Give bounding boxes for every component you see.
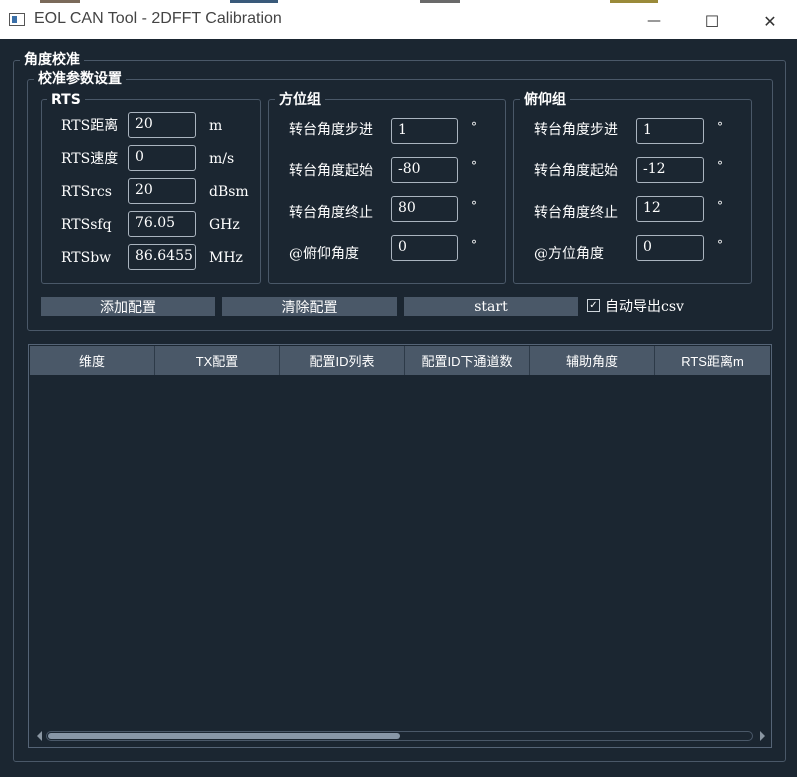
export-csv-label: 自动导出csv (605, 299, 684, 315)
elevation-step-label: 转台角度步进 (534, 122, 618, 138)
azimuth-start-label: 转台角度起始 (289, 163, 373, 179)
minimize-button[interactable]: — (625, 3, 683, 39)
config-table[interactable]: 维度 TX配置 配置ID列表 配置ID下通道数 辅助角度 RTS距离m (28, 344, 772, 748)
elevation-end-label: 转台角度终止 (534, 205, 618, 221)
azimuth-step-input[interactable]: 1 (391, 118, 458, 144)
elevation-start-input[interactable]: -12 (636, 157, 704, 183)
maximize-button[interactable]: ☐ (683, 3, 741, 39)
rts-bw-label: RTSbw (61, 250, 112, 266)
horizontal-scrollbar-thumb[interactable] (48, 733, 400, 739)
rts-rcs-unit: dBsm (209, 184, 249, 200)
close-icon: ✕ (763, 11, 777, 31)
rts-sfq-label: RTSsfq (61, 217, 112, 233)
rts-title: RTS (47, 91, 85, 109)
rts-bw-input[interactable]: 86.6455 (128, 244, 196, 270)
rts-distance-input[interactable]: 20 (128, 112, 196, 138)
column-header-dimension[interactable]: 维度 (30, 346, 155, 375)
window-title: EOL CAN Tool - 2DFFT Calibration (34, 10, 282, 27)
rts-sfq-input[interactable]: 76.05 (128, 211, 196, 237)
rts-distance-label: RTS距离 (61, 118, 119, 134)
column-header-config-id-list[interactable]: 配置ID列表 (280, 346, 405, 375)
horizontal-scrollbar-track[interactable] (46, 731, 753, 741)
azimuth-step-label: 转台角度步进 (289, 122, 373, 138)
rts-speed-label: RTS速度 (61, 151, 119, 167)
azimuth-end-unit: ° (471, 199, 477, 213)
scroll-right-arrow-icon[interactable] (760, 731, 765, 741)
rts-distance-unit: m (209, 118, 223, 134)
azimuth-aux-label: @俯仰角度 (289, 246, 359, 262)
column-header-aux-angle[interactable]: 辅助角度 (530, 346, 655, 375)
elevation-end-input[interactable]: 12 (636, 196, 704, 222)
app-icon (9, 13, 25, 26)
azimuth-end-label: 转台角度终止 (289, 205, 373, 221)
azimuth-end-input[interactable]: 80 (391, 196, 458, 222)
elevation-aux-input[interactable]: 0 (636, 235, 704, 261)
azimuth-step-unit: ° (471, 120, 477, 134)
angle-calibration-title: 角度校准 (20, 51, 84, 69)
elevation-aux-unit: ° (717, 238, 723, 252)
param-settings-title: 校准参数设置 (34, 70, 126, 88)
export-csv-checkbox[interactable]: ✓ (587, 299, 600, 312)
elevation-end-unit: ° (717, 199, 723, 213)
azimuth-aux-input[interactable]: 0 (391, 235, 458, 261)
column-header-rts-distance[interactable]: RTS距离m (655, 346, 770, 375)
add-config-button[interactable]: 添加配置 (41, 297, 215, 316)
elevation-start-label: 转台角度起始 (534, 163, 618, 179)
azimuth-start-unit: ° (471, 159, 477, 173)
elevation-step-input[interactable]: 1 (636, 118, 704, 144)
column-header-channel-count[interactable]: 配置ID下通道数 (405, 346, 530, 375)
minimize-icon: — (647, 13, 661, 29)
rts-speed-input[interactable]: 0 (128, 145, 196, 171)
start-button[interactable]: start (404, 297, 578, 316)
rts-rcs-label: RTSrcs (61, 184, 112, 200)
elevation-step-unit: ° (717, 120, 723, 134)
close-button[interactable]: ✕ (741, 3, 797, 39)
elevation-aux-label: @方位角度 (534, 246, 604, 262)
rts-speed-unit: m/s (209, 151, 235, 167)
azimuth-title: 方位组 (275, 91, 325, 109)
elevation-title: 俯仰组 (520, 91, 570, 109)
elevation-start-unit: ° (717, 159, 723, 173)
scroll-left-arrow-icon[interactable] (37, 731, 42, 741)
column-header-tx-config[interactable]: TX配置 (155, 346, 280, 375)
maximize-icon: ☐ (704, 11, 720, 31)
rts-rcs-input[interactable]: 20 (128, 178, 196, 204)
azimuth-aux-unit: ° (471, 238, 477, 252)
rts-sfq-unit: GHz (209, 217, 240, 233)
checkmark-icon: ✓ (589, 299, 598, 311)
clear-config-button[interactable]: 清除配置 (222, 297, 397, 316)
rts-bw-unit: MHz (209, 250, 243, 266)
azimuth-start-input[interactable]: -80 (391, 157, 458, 183)
